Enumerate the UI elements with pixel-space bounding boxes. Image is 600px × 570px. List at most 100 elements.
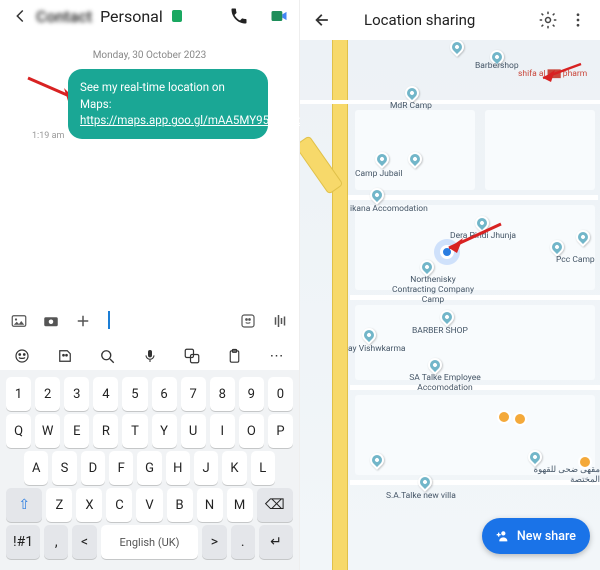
- poi-label: Dera Pindi Jhunja: [450, 232, 516, 242]
- maps-pane: Location sharing: [300, 0, 600, 570]
- key-7[interactable]: 7: [181, 377, 206, 411]
- poi-label: Pcc Camp: [556, 256, 595, 266]
- gallery-icon[interactable]: [10, 312, 28, 330]
- chat-body: Monday, 30 October 2023 See my real-time…: [0, 30, 299, 301]
- building-block: [485, 110, 595, 190]
- enter-key[interactable]: ↵: [259, 525, 293, 559]
- map-pin[interactable]: [415, 472, 435, 492]
- key-u[interactable]: U: [181, 414, 206, 448]
- overflow-icon[interactable]: [568, 10, 588, 30]
- video-call-icon[interactable]: [269, 6, 289, 26]
- mic-icon[interactable]: [140, 346, 160, 366]
- building-block: [355, 305, 595, 380]
- keyboard-toolbar: ⋯: [0, 340, 299, 370]
- lang-right-key[interactable]: >: [202, 525, 226, 559]
- road: [348, 195, 598, 200]
- toolbar-search-icon[interactable]: [97, 346, 117, 366]
- poi-label: Barbershop: [475, 62, 519, 72]
- key-8[interactable]: 8: [210, 377, 235, 411]
- key-c[interactable]: C: [106, 488, 132, 522]
- key-p[interactable]: P: [268, 414, 293, 448]
- highway: [332, 40, 348, 570]
- key-t[interactable]: T: [122, 414, 147, 448]
- key-j[interactable]: J: [194, 451, 218, 485]
- key-2[interactable]: 2: [35, 377, 60, 411]
- messages-pane: Contact Personal Monday, 30 October 2023…: [0, 0, 300, 570]
- building-block: [355, 395, 595, 475]
- map-pin[interactable]: [447, 40, 467, 57]
- road: [300, 100, 600, 104]
- plus-icon[interactable]: [74, 312, 92, 330]
- space-key[interactable]: English (UK): [101, 525, 198, 559]
- back-icon[interactable]: [10, 6, 30, 26]
- backspace-key[interactable]: ⌫: [257, 488, 293, 522]
- key-k[interactable]: K: [222, 451, 246, 485]
- date-stamp: Monday, 30 October 2023: [8, 50, 291, 61]
- food-poi-icon[interactable]: [497, 410, 511, 424]
- key-6[interactable]: 6: [152, 377, 177, 411]
- key-w[interactable]: W: [35, 414, 60, 448]
- poi-label: Camp Jubail: [355, 170, 402, 180]
- food-poi-icon[interactable]: [513, 412, 527, 426]
- key-z[interactable]: Z: [46, 488, 72, 522]
- key-o[interactable]: O: [239, 414, 264, 448]
- compose-input[interactable]: [106, 310, 225, 332]
- key-x[interactable]: X: [76, 488, 102, 522]
- lang-left-key[interactable]: <: [72, 525, 96, 559]
- key-q[interactable]: Q: [6, 414, 31, 448]
- key-g[interactable]: G: [137, 451, 161, 485]
- location-link[interactable]: https://maps.app.goo.gl/mAA5MY952aJAc3: [80, 113, 308, 127]
- key-3[interactable]: 3: [64, 377, 89, 411]
- poi-label: SA Talke Employee Accomodation: [400, 374, 490, 394]
- compose-bar: [0, 301, 299, 340]
- key-n[interactable]: N: [197, 488, 223, 522]
- key-d[interactable]: D: [81, 451, 105, 485]
- emoji-icon[interactable]: [12, 346, 32, 366]
- keyboard-more-icon[interactable]: ⋯: [267, 346, 287, 366]
- key-1[interactable]: 1: [6, 377, 31, 411]
- key-e[interactable]: E: [64, 414, 89, 448]
- poi-label-arabic: مقهى ضحى للقهوة المختصة: [510, 466, 600, 486]
- translate-icon[interactable]: [182, 346, 202, 366]
- key-v[interactable]: V: [136, 488, 162, 522]
- message-timestamp: 1:19 am: [32, 131, 64, 141]
- camera-icon[interactable]: [42, 312, 60, 330]
- key-f[interactable]: F: [109, 451, 133, 485]
- new-share-button[interactable]: New share: [482, 518, 590, 554]
- key-9[interactable]: 9: [239, 377, 264, 411]
- key-l[interactable]: L: [251, 451, 275, 485]
- poi-label: ikana Accomodation: [350, 205, 428, 215]
- voice-message-icon[interactable]: [271, 312, 289, 330]
- map-canvas[interactable]: Barbershop shifa al ▇▇ pharm MdR Camp Ca…: [300, 40, 600, 570]
- poi-label: S.A.Talke new villa: [386, 492, 456, 502]
- settings-icon[interactable]: [538, 10, 558, 30]
- key-i[interactable]: I: [210, 414, 235, 448]
- sticker-tab-icon[interactable]: [55, 346, 75, 366]
- key-a[interactable]: A: [24, 451, 48, 485]
- key-y[interactable]: Y: [152, 414, 177, 448]
- symbols-key[interactable]: !#1: [6, 525, 40, 559]
- rcs-badge: [172, 10, 182, 22]
- key-r[interactable]: R: [93, 414, 118, 448]
- key-4[interactable]: 4: [93, 377, 118, 411]
- poi-label: BARBER SHOP: [412, 327, 468, 337]
- map-title: Location sharing: [364, 11, 475, 29]
- shift-key[interactable]: ⇧: [6, 488, 42, 522]
- poi-label: MdR Camp: [390, 102, 432, 112]
- person-add-icon: [494, 528, 510, 544]
- contact-name-blurred: Contact: [36, 7, 92, 26]
- key-s[interactable]: S: [52, 451, 76, 485]
- clipboard-icon[interactable]: [225, 346, 245, 366]
- key-m[interactable]: M: [227, 488, 253, 522]
- message-bubble[interactable]: See my real-time location on Maps: https…: [68, 69, 268, 139]
- key-h[interactable]: H: [166, 451, 190, 485]
- key-5[interactable]: 5: [122, 377, 147, 411]
- call-icon[interactable]: [229, 6, 249, 26]
- sticker-icon[interactable]: [239, 312, 257, 330]
- comma-key[interactable]: ,: [44, 525, 68, 559]
- period-key[interactable]: .: [231, 525, 255, 559]
- map-back-icon[interactable]: [312, 10, 332, 30]
- current-location-dot[interactable]: [440, 245, 454, 259]
- key-b[interactable]: B: [167, 488, 193, 522]
- key-0[interactable]: 0: [268, 377, 293, 411]
